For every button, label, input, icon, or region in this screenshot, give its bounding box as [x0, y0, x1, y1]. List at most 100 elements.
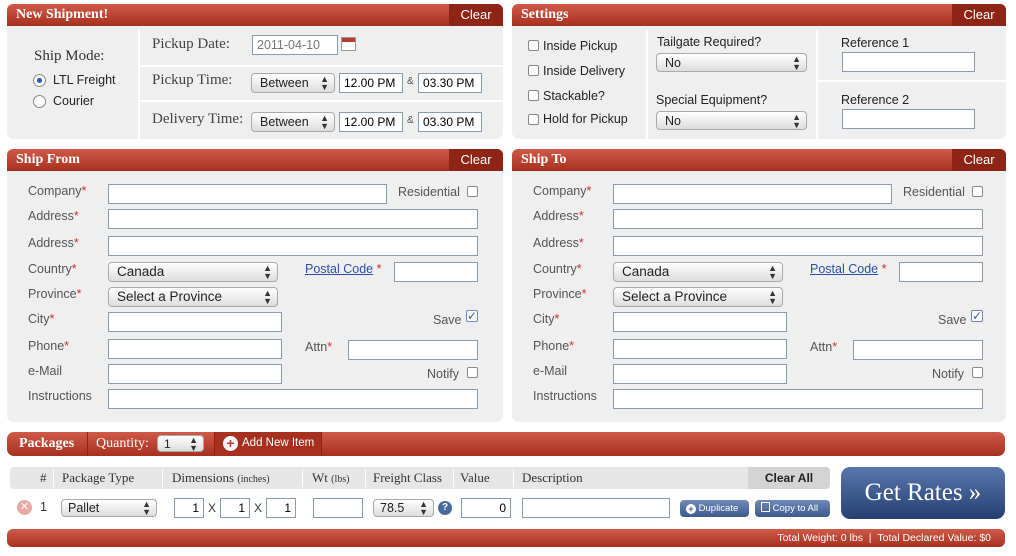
pickup-time-from-input[interactable]: [339, 73, 403, 93]
ship-from-title: Ship From: [16, 152, 80, 167]
instructions-label: Instructions: [533, 389, 597, 403]
inside-pickup-checkbox[interactable]: [528, 40, 539, 51]
dimension-height-input[interactable]: [266, 498, 296, 518]
province-label: Province*: [533, 287, 587, 301]
notify-label: Notify: [427, 367, 459, 381]
postal-code-input[interactable]: [899, 262, 983, 282]
dim-x-2: X: [254, 501, 263, 515]
save-checkbox[interactable]: ✓: [466, 310, 478, 322]
new-shipment-header: New Shipment! Clear: [7, 4, 503, 26]
package-type-select[interactable]: Pallet ▲ ▼: [61, 499, 157, 517]
residential-label: Residential: [903, 185, 965, 199]
province-select[interactable]: Select a Province ▲ ▼: [108, 287, 278, 307]
duplicate-button[interactable]: + Duplicate: [680, 500, 749, 517]
copy-icon: [761, 502, 770, 512]
email-input[interactable]: [108, 364, 282, 384]
freight-class-select[interactable]: 78.5 ▲ ▼: [373, 499, 434, 517]
copy-to-all-button[interactable]: Copy to All: [755, 500, 830, 517]
save-checkbox[interactable]: ✓: [971, 310, 983, 322]
quantity-select[interactable]: 1 ▲ ▼: [157, 435, 204, 453]
stackable-checkbox[interactable]: [528, 90, 539, 101]
country-select[interactable]: Canada ▲ ▼: [108, 262, 278, 282]
settings-clear-button[interactable]: Clear: [952, 4, 1006, 26]
select-arrows-icon: ▲ ▼: [189, 435, 198, 453]
attn-input[interactable]: [853, 340, 983, 360]
description-input[interactable]: [522, 498, 670, 518]
dim-x-1: X: [208, 501, 217, 515]
notify-checkbox[interactable]: [467, 367, 478, 378]
address-2-input[interactable]: [613, 236, 983, 256]
province-value: Select a Province: [622, 289, 728, 304]
tailgate-select[interactable]: No ▲ ▼: [656, 53, 807, 72]
residential-checkbox[interactable]: [972, 186, 983, 197]
notify-checkbox[interactable]: [972, 367, 983, 378]
ship-to-clear-button[interactable]: Clear: [952, 149, 1006, 171]
city-label: City*: [28, 312, 55, 326]
address-2-input[interactable]: [108, 236, 478, 256]
reference-2-label: Reference 2: [841, 93, 910, 107]
col-num: #: [40, 470, 47, 485]
pickup-amp: &: [407, 76, 414, 87]
attn-label: Attn*: [305, 340, 333, 354]
address-2-label: Address*: [533, 236, 584, 250]
province-label: Province*: [28, 287, 82, 301]
add-new-item-button[interactable]: + Add New Item: [214, 432, 322, 456]
new-shipment-title: New Shipment!: [16, 7, 109, 22]
get-rates-button[interactable]: Get Rates »: [841, 467, 1005, 519]
email-input[interactable]: [613, 364, 787, 384]
special-equipment-select[interactable]: No ▲ ▼: [656, 111, 807, 130]
instructions-input[interactable]: [613, 389, 983, 409]
pickup-time-mode-select[interactable]: Between ▲ ▼: [251, 73, 335, 93]
packages-title: Packages: [19, 436, 75, 451]
new-shipment-clear-button[interactable]: Clear: [449, 4, 503, 26]
reference-1-input[interactable]: [842, 52, 975, 72]
remove-row-icon[interactable]: ✕: [17, 500, 32, 515]
hold-for-pickup-checkbox[interactable]: [528, 114, 539, 125]
reference-2-input[interactable]: [842, 109, 975, 129]
residential-checkbox[interactable]: [467, 186, 478, 197]
col-value: Value: [460, 470, 490, 485]
attn-input[interactable]: [348, 340, 478, 360]
weight-input[interactable]: [313, 498, 363, 518]
select-arrows-icon: ▲ ▼: [768, 263, 777, 281]
courier-radio[interactable]: [33, 95, 46, 108]
pickup-time-to-input[interactable]: [418, 73, 482, 93]
select-arrows-icon: ▲ ▼: [792, 112, 801, 130]
clear-all-button[interactable]: Clear All: [748, 467, 830, 489]
delivery-time-to-input[interactable]: [418, 112, 482, 132]
company-input[interactable]: [108, 184, 387, 204]
address-1-input[interactable]: [108, 209, 478, 229]
pickup-date-input[interactable]: [252, 35, 338, 55]
ltl-freight-radio[interactable]: [33, 74, 46, 87]
value-input[interactable]: [461, 498, 511, 518]
help-icon[interactable]: ?: [438, 501, 452, 515]
address-1-label: Address*: [28, 209, 79, 223]
instructions-input[interactable]: [108, 389, 478, 409]
inside-delivery-checkbox[interactable]: [528, 65, 539, 76]
pickup-date-label: Pickup Date:: [152, 36, 230, 52]
country-select[interactable]: Canada ▲ ▼: [613, 262, 783, 282]
postal-code-input[interactable]: [394, 262, 478, 282]
dimension-length-input[interactable]: [174, 498, 204, 518]
city-input[interactable]: [108, 312, 282, 332]
stackable-label: Stackable?: [543, 89, 605, 103]
phone-input[interactable]: [613, 339, 787, 359]
delivery-time-from-input[interactable]: [339, 112, 403, 132]
ship-from-clear-button[interactable]: Clear: [449, 149, 503, 171]
special-equipment-label: Special Equipment?: [656, 93, 768, 107]
delivery-mode-value: Between: [260, 115, 309, 129]
select-arrows-icon: ▲ ▼: [419, 499, 428, 517]
company-input[interactable]: [613, 184, 892, 204]
province-select[interactable]: Select a Province ▲ ▼: [613, 287, 783, 307]
phone-input[interactable]: [108, 339, 282, 359]
country-label: Country*: [533, 262, 582, 276]
postal-code-label[interactable]: Postal Code *: [305, 262, 381, 276]
address-1-input[interactable]: [613, 209, 983, 229]
city-input[interactable]: [613, 312, 787, 332]
dimension-width-input[interactable]: [220, 498, 250, 518]
delivery-amp: &: [407, 115, 414, 126]
delivery-time-mode-select[interactable]: Between ▲ ▼: [251, 112, 335, 132]
duplicate-label: Duplicate: [698, 503, 739, 514]
calendar-icon[interactable]: [341, 37, 356, 51]
postal-code-label[interactable]: Postal Code *: [810, 262, 886, 276]
